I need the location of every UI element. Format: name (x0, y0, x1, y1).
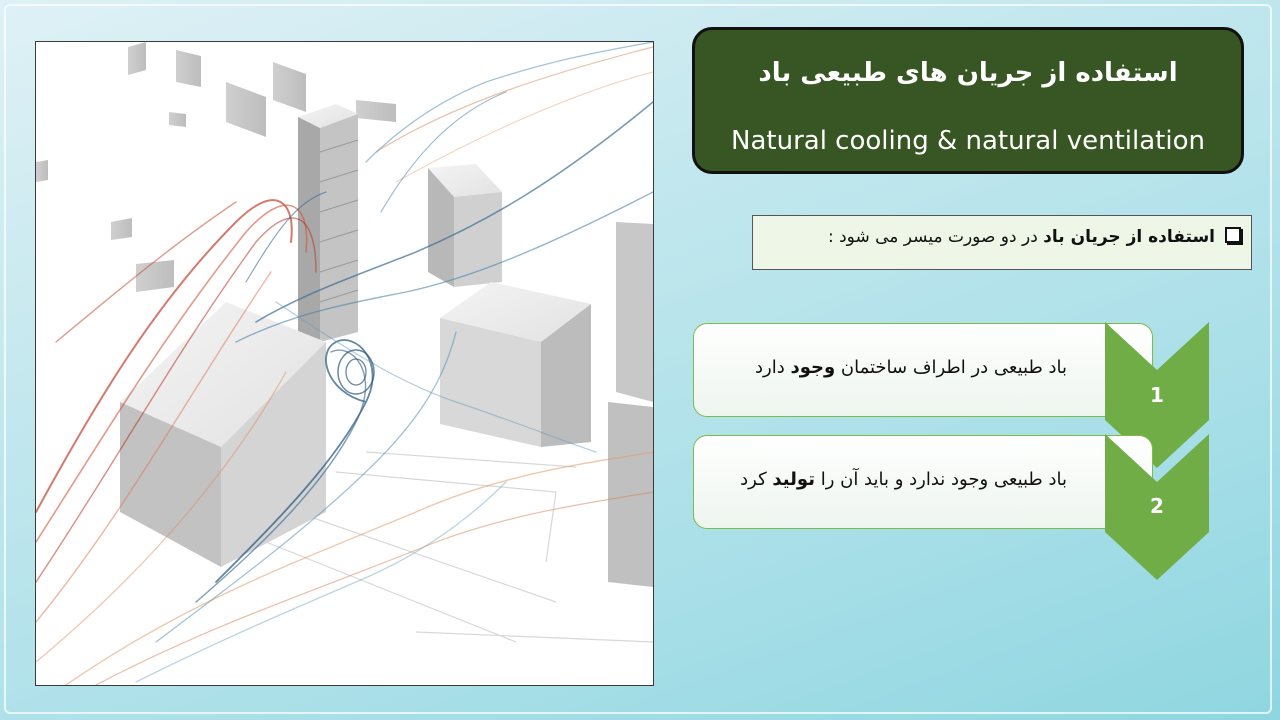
intro-box: استفاده از جریان باد در دو صورت میسر می … (752, 215, 1252, 270)
list-item-1-text-pre: باد طبیعی در اطراف ساختمان (835, 357, 1067, 378)
title-english: Natural cooling & natural ventilation (731, 126, 1205, 156)
intro-text: در دو صورت میسر می شود : (827, 227, 1044, 247)
list-item-1: باد طبیعی در اطراف ساختمان وجود دارد (693, 323, 1153, 417)
list-item-2-text: باد طبیعی وجود ندارد و باید آن را تولید … (740, 469, 1067, 490)
list-item-2-text-post: کرد (740, 469, 773, 490)
list-item-2-text-bold: تولید (772, 469, 815, 490)
list-item-2: باد طبیعی وجود ندارد و باید آن را تولید … (693, 435, 1153, 529)
wind-flow-image (35, 41, 654, 686)
list-item-2-text-pre: باد طبیعی وجود ندارد و باید آن را (814, 469, 1067, 490)
title-persian: استفاده از جریان های طبیعی باد (758, 58, 1178, 88)
list-item-1-text: باد طبیعی در اطراف ساختمان وجود دارد (755, 357, 1067, 378)
checkbox-bullet-icon (1225, 227, 1241, 243)
wind-simulation-illustration (36, 42, 653, 685)
title-box: استفاده از جریان های طبیعی باد Natural c… (692, 27, 1244, 174)
list-item-2-number: 2 (1150, 494, 1164, 518)
intro-bold-text: استفاده از جریان باد (1043, 227, 1215, 247)
list-item-1-text-post: دارد (755, 357, 791, 378)
list-item-1-text-bold: وجود (790, 357, 836, 378)
list-item-1-number: 1 (1150, 383, 1164, 407)
